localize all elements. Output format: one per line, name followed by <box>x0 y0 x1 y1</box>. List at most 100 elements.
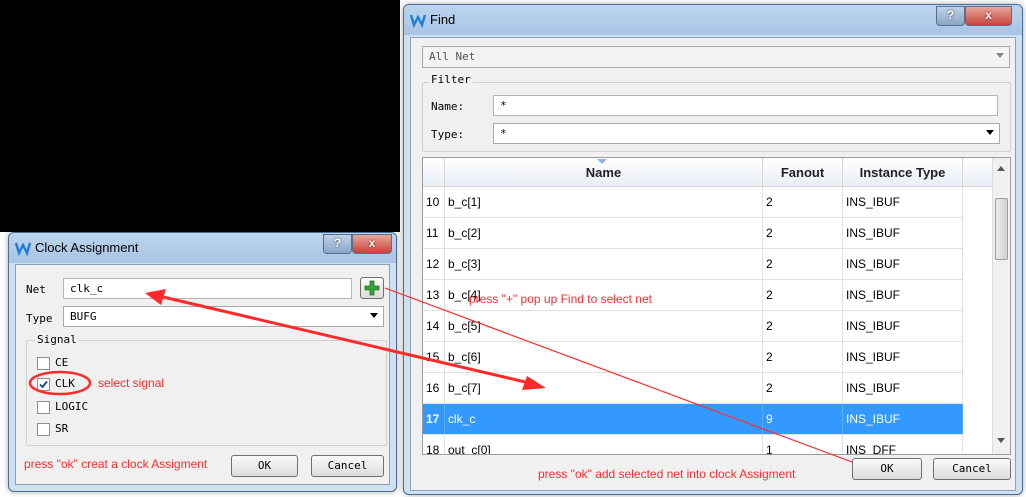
instance-type-cell: INS_IBUF <box>843 249 963 279</box>
instance-type-cell: INS_IBUF <box>843 218 963 248</box>
ce-checkbox[interactable] <box>37 357 50 370</box>
type-label: Type <box>26 312 53 325</box>
table-row[interactable]: 14 b_c[5] 2 INS_IBUF <box>423 311 963 342</box>
table-row[interactable]: 17 clk_c 9 INS_IBUF <box>423 404 963 435</box>
net-input[interactable]: clk_c <box>63 278 352 299</box>
net-label: Net <box>26 283 46 296</box>
scroll-down-icon[interactable] <box>997 438 1005 443</box>
name-cell: b_c[1] <box>445 187 763 217</box>
add-net-button[interactable] <box>360 277 384 299</box>
checkmark-icon <box>39 380 48 389</box>
find-type-select[interactable]: * <box>493 123 1000 144</box>
app-logo-icon <box>410 14 426 28</box>
name-cell: b_c[2] <box>445 218 763 248</box>
row-number-cell: 17 <box>423 404 445 434</box>
fanout-cell: 2 <box>763 187 843 217</box>
logic-checkbox[interactable] <box>37 401 50 414</box>
column-header-instance-type[interactable]: Instance Type <box>843 158 963 187</box>
name-cell: b_c[3] <box>445 249 763 279</box>
table-row[interactable]: 16 b_c[7] 2 INS_IBUF <box>423 373 963 404</box>
chevron-down-icon <box>986 130 994 135</box>
instance-type-cell: INS_IBUF <box>843 373 963 403</box>
name-cell: b_c[6] <box>445 342 763 372</box>
row-number-cell: 15 <box>423 342 445 372</box>
name-cell: b_c[5] <box>445 311 763 341</box>
find-type-value: * <box>500 127 507 140</box>
background-black-area <box>0 0 400 232</box>
row-number-cell: 18 <box>423 435 445 454</box>
note-press-ok-clock: press "ok" creat a clock Assigment <box>24 457 208 471</box>
table-scrollbar[interactable] <box>992 158 1010 454</box>
note-select-signal: select signal <box>98 376 165 390</box>
chevron-down-icon <box>996 53 1004 58</box>
column-header-fanout[interactable]: Fanout <box>763 158 843 187</box>
fanout-cell: 1 <box>763 435 843 454</box>
row-number-cell: 16 <box>423 373 445 403</box>
table-row[interactable]: 18 out_c[0] 1 INS_DFF <box>423 435 963 454</box>
find-title: Find <box>430 12 456 27</box>
instance-type-cell: INS_DFF <box>843 435 963 454</box>
name-cell: b_c[7] <box>445 373 763 403</box>
plus-icon <box>364 280 380 296</box>
fanout-cell: 9 <box>763 404 843 434</box>
find-close-button[interactable]: x <box>965 6 1012 26</box>
fanout-cell: 2 <box>763 218 843 248</box>
signal-group-title: Signal <box>35 333 79 346</box>
clock-cancel-button[interactable]: Cancel <box>311 455 384 477</box>
clock-ok-button[interactable]: OK <box>231 455 298 477</box>
clock-help-button[interactable]: ? <box>323 234 352 254</box>
find-scope-value: All Net <box>429 50 476 63</box>
row-number-cell: 14 <box>423 311 445 341</box>
instance-type-cell: INS_IBUF <box>843 280 963 310</box>
signal-groupbox <box>26 340 387 446</box>
note-press-ok-find: press "ok" add selected net into clock A… <box>538 467 796 481</box>
clock-title: Clock Assignment <box>35 240 139 255</box>
fanout-cell: 2 <box>763 373 843 403</box>
clk-label: CLK <box>55 377 75 390</box>
find-help-button[interactable]: ? <box>936 6 965 26</box>
fanout-cell: 2 <box>763 249 843 279</box>
row-number-header <box>423 158 445 187</box>
filter-group-title: Filter <box>429 73 473 86</box>
note-press-plus: press "+" pop up Find to select net <box>469 292 652 306</box>
find-type-label: Type: <box>431 128 465 141</box>
name-cell: clk_c <box>445 404 763 434</box>
table-row[interactable]: 11 b_c[2] 2 INS_IBUF <box>423 218 963 249</box>
header-spacer <box>963 158 993 187</box>
find-titlebar: Find ? x <box>404 5 1022 35</box>
table-row[interactable]: 12 b_c[3] 2 INS_IBUF <box>423 249 963 280</box>
sort-indicator-icon <box>597 159 607 164</box>
row-number-cell: 12 <box>423 249 445 279</box>
scroll-up-icon[interactable] <box>997 166 1005 171</box>
ce-label: CE <box>55 356 69 369</box>
row-number-cell: 13 <box>423 280 445 310</box>
fanout-cell: 2 <box>763 280 843 310</box>
app-logo-icon <box>15 242 31 256</box>
instance-type-cell: INS_IBUF <box>843 311 963 341</box>
find-cancel-button[interactable]: Cancel <box>933 458 1011 480</box>
instance-type-cell: INS_IBUF <box>843 404 963 434</box>
net-table: Name Fanout Instance Type 10 b_c[1] 2 INS_I… <box>422 157 1011 455</box>
fanout-cell: 2 <box>763 342 843 372</box>
row-number-cell: 10 <box>423 187 445 217</box>
find-scope-select[interactable]: All Net <box>422 46 1010 68</box>
clk-checkbox[interactable] <box>37 378 50 391</box>
find-name-input[interactable]: * <box>493 95 998 116</box>
find-name-label: Name: <box>431 100 465 113</box>
clock-close-button[interactable]: x <box>352 234 392 254</box>
row-number-cell: 11 <box>423 218 445 248</box>
logic-label: LOGIC <box>55 400 89 413</box>
table-row[interactable]: 15 b_c[6] 2 INS_IBUF <box>423 342 963 373</box>
fanout-cell: 2 <box>763 311 843 341</box>
type-value: BUFG <box>70 310 97 323</box>
instance-type-cell: INS_IBUF <box>843 187 963 217</box>
scrollbar-thumb[interactable] <box>995 198 1008 260</box>
name-cell: out_c[0] <box>445 435 763 454</box>
sr-label: SR <box>55 422 69 435</box>
type-select[interactable]: BUFG <box>63 306 384 327</box>
chevron-down-icon <box>370 313 378 318</box>
find-ok-button[interactable]: OK <box>852 458 922 480</box>
clock-titlebar: Clock Assignment ? x <box>9 233 396 263</box>
table-row[interactable]: 10 b_c[1] 2 INS_IBUF <box>423 187 963 218</box>
sr-checkbox[interactable] <box>37 423 50 436</box>
